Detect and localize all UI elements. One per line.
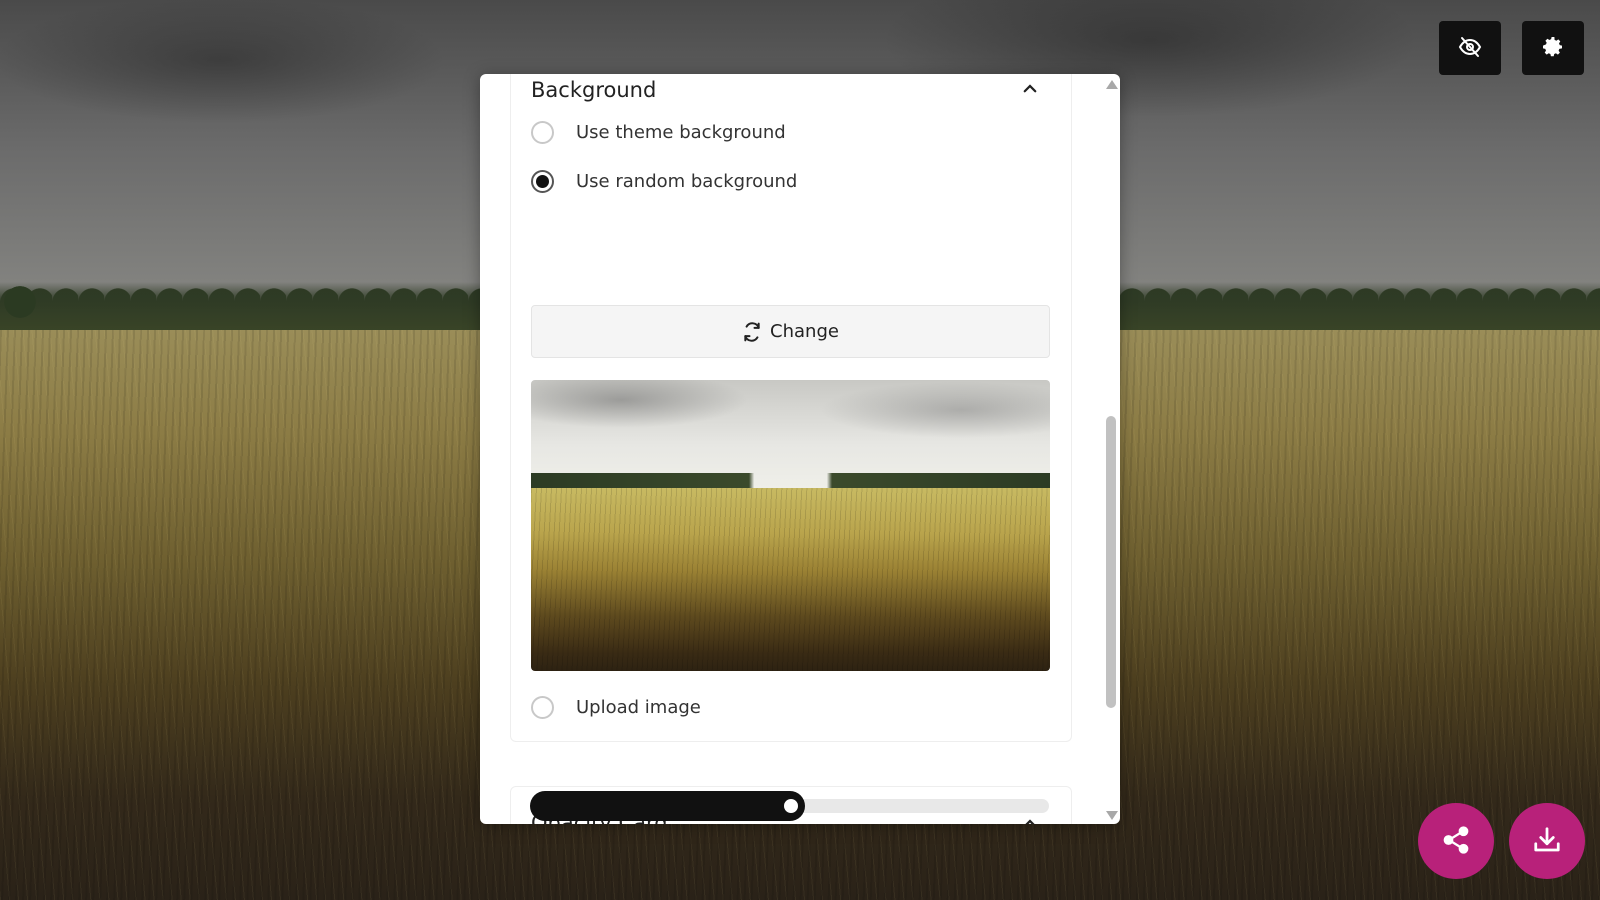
radio-label: Use random background (576, 171, 798, 192)
share-button[interactable] (1418, 803, 1494, 879)
settings-button[interactable] (1522, 21, 1584, 75)
radio-upload-image[interactable]: Upload image (531, 696, 701, 719)
opacity-card: Opacity Card (510, 786, 1072, 824)
eye-slash-icon (1458, 35, 1482, 62)
gear-icon (1541, 35, 1565, 62)
radio-label: Use theme background (576, 122, 786, 143)
change-button-label: Change (770, 321, 839, 342)
radio-button[interactable] (531, 121, 554, 144)
radio-random-background[interactable]: Use random background (531, 170, 797, 193)
chevron-up-icon[interactable] (1021, 815, 1039, 824)
settings-panel: Background Use theme background Use rand… (480, 74, 1120, 824)
background-card-title: Background (531, 78, 657, 102)
background-preview-image (531, 380, 1050, 671)
radio-label: Upload image (576, 697, 701, 718)
radio-theme-background[interactable]: Use theme background (531, 121, 786, 144)
download-button[interactable] (1509, 803, 1585, 879)
background-card: Background Use theme background Use rand… (510, 74, 1072, 742)
radio-button-checked[interactable] (531, 170, 554, 193)
opacity-card-title: Opacity Card (531, 811, 668, 824)
refresh-icon (742, 321, 762, 342)
scroll-down-arrow[interactable] (1106, 811, 1118, 820)
scrollbar-thumb[interactable] (1106, 416, 1116, 708)
chevron-up-icon[interactable] (1021, 80, 1039, 98)
radio-button[interactable] (531, 696, 554, 719)
scroll-up-arrow[interactable] (1106, 80, 1118, 89)
share-icon (1441, 825, 1471, 858)
download-icon (1532, 825, 1562, 858)
hide-ui-button[interactable] (1439, 21, 1501, 75)
change-background-button[interactable]: Change (531, 305, 1050, 358)
